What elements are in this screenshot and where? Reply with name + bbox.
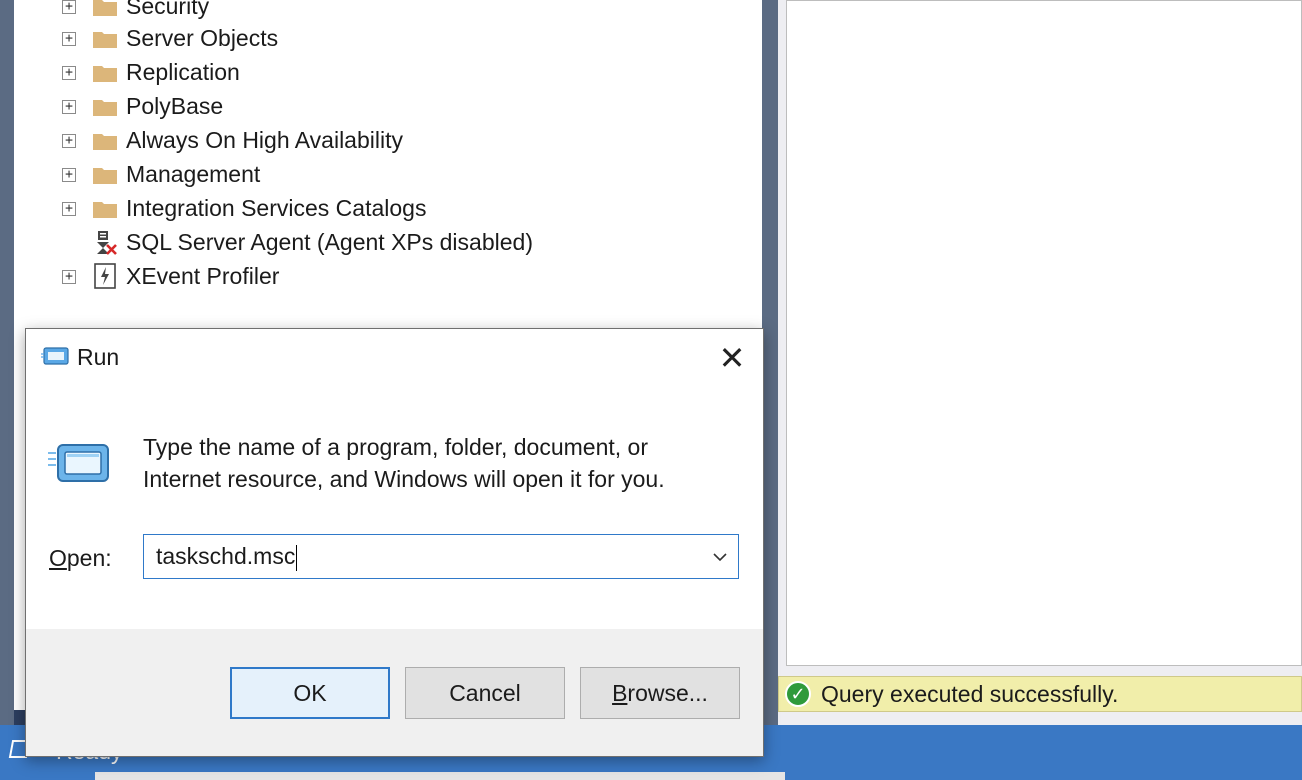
folder-icon [93,100,117,116]
tree-item-integration-services[interactable]: + Integration Services Catalogs [14,192,754,226]
folder-icon [93,0,117,16]
open-combobox[interactable]: taskschd.msc [143,534,739,579]
expand-icon[interactable]: + [62,134,76,148]
chevron-down-icon[interactable] [710,542,730,570]
explorer-frame [0,0,14,725]
tree-item-label: Security [126,0,210,19]
tree-item-label: XEvent Profiler [126,263,280,289]
tree-item-management[interactable]: + Management [14,158,754,192]
tree-item-security[interactable]: + Security [14,0,754,24]
folder-icon [93,202,117,218]
run-dialog-titlebar[interactable]: Run ✕ [26,329,763,385]
tree-item-server-objects[interactable]: + Server Objects [14,22,754,56]
tree-item-sql-server-agent[interactable]: SQL Server Agent (Agent XPs disabled) [14,226,754,260]
open-label: Open: [49,545,112,572]
cancel-button[interactable]: Cancel [405,667,565,719]
text-caret [296,544,298,571]
query-status-message: Query executed successfully. [821,681,1119,707]
sql-agent-disabled-icon [97,231,117,255]
tree-item-label: Replication [126,59,240,85]
query-status-bar: ✓ Query executed successfully. [778,676,1302,712]
folder-icon [93,168,117,184]
browse-rest: rowse... [627,680,708,706]
run-dialog-footer: OK Cancel Browse... [26,629,763,756]
tree-item-label: Integration Services Catalogs [126,195,427,221]
run-dialog: Run ✕ Type the name of a program, folder… [25,328,764,757]
open-input-value: taskschd.msc [156,543,296,569]
expand-icon[interactable]: + [62,168,76,182]
browse-accel: B [612,680,628,706]
panel-splitter[interactable] [762,0,778,725]
tree-item-label: Always On High Availability [126,127,403,153]
browse-button[interactable]: Browse... [580,667,740,719]
tree-item-label: SQL Server Agent (Agent XPs disabled) [126,229,533,255]
folder-icon [93,32,117,48]
expand-icon[interactable]: + [62,270,76,284]
tree-item-label: PolyBase [126,93,224,119]
expand-icon[interactable]: + [62,100,76,114]
expand-icon[interactable]: + [62,202,76,216]
dialog-description: Type the name of a program, folder, docu… [143,434,665,492]
open-label-rest: pen: [66,545,112,571]
close-icon[interactable]: ✕ [712,338,752,378]
tree-item-xevent-profiler[interactable]: + XEvent Profiler [14,260,754,294]
check-circle-icon: ✓ [785,681,811,707]
ok-button[interactable]: OK [230,667,390,719]
open-label-accel: O [49,545,67,571]
results-pane [786,0,1302,666]
expand-icon[interactable]: + [62,66,76,80]
expand-icon[interactable]: + [62,0,76,14]
open-input[interactable]: taskschd.msc [156,543,298,571]
expand-icon[interactable]: + [62,32,76,46]
tree-item-polybase[interactable]: + PolyBase [14,90,754,124]
folder-icon [93,66,117,82]
run-app-icon [41,347,69,365]
folder-icon [93,134,117,150]
tree-item-always-on[interactable]: + Always On High Availability [14,124,754,158]
tree-item-label: Management [126,161,261,187]
xevent-profiler-icon [94,263,116,289]
tree-item-label: Server Objects [126,25,279,51]
dialog-title: Run [77,344,120,370]
bottom-strip [95,772,785,780]
run-program-icon [48,444,109,482]
tree-item-replication[interactable]: + Replication [14,56,754,90]
